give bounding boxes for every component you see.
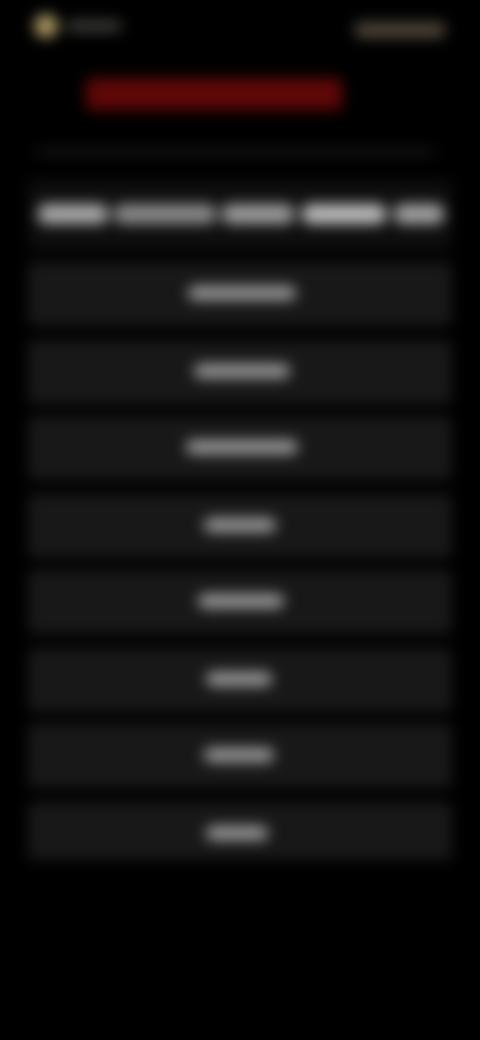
table-row[interactable] xyxy=(28,570,452,634)
table-row[interactable] xyxy=(28,494,452,558)
table-header-cell-4 xyxy=(302,204,386,224)
table-row-value xyxy=(206,672,272,686)
back-control[interactable] xyxy=(34,14,122,38)
table-row-value xyxy=(198,594,284,608)
table-header-cell-5 xyxy=(394,204,444,224)
table-row[interactable] xyxy=(28,802,452,866)
table-row-value xyxy=(206,826,268,840)
table-header-row xyxy=(28,180,452,250)
blurred-screen xyxy=(0,0,480,1040)
table-row-value xyxy=(204,748,274,762)
table-row[interactable] xyxy=(28,648,452,712)
bottom-empty-area xyxy=(0,860,480,1040)
page-title xyxy=(86,78,342,110)
table-row[interactable] xyxy=(28,262,452,326)
table-header-cell-3 xyxy=(222,204,294,224)
table-header-cell-2 xyxy=(114,204,216,224)
page-subtitle xyxy=(36,148,436,156)
table-row[interactable] xyxy=(28,416,452,480)
table-header-cell-1 xyxy=(38,204,108,224)
circle-icon xyxy=(34,14,58,38)
table-row[interactable] xyxy=(28,340,452,404)
table-row-value xyxy=(204,518,276,532)
table-row-value xyxy=(186,440,298,454)
back-label xyxy=(66,20,122,32)
table-row-value xyxy=(188,286,296,300)
data-table xyxy=(28,180,452,866)
top-bar xyxy=(0,0,480,60)
top-action[interactable] xyxy=(354,22,446,38)
table-row-value xyxy=(194,364,290,378)
table-row[interactable] xyxy=(28,724,452,788)
